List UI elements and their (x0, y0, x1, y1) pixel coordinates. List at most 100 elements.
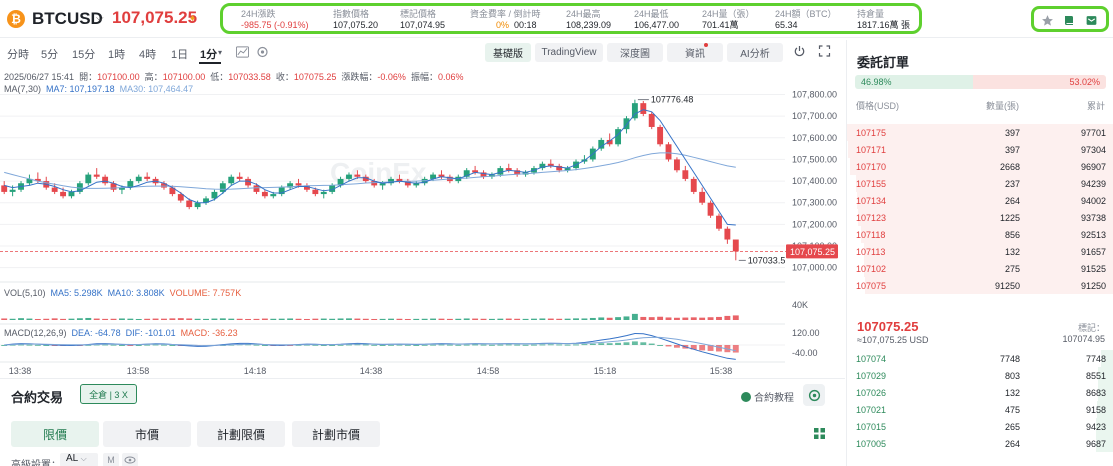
macd-bar (497, 344, 504, 346)
volume-axis-label: 40K (792, 300, 808, 310)
cell-total: 94002 (1080, 196, 1106, 206)
settings-gear-icon[interactable] (256, 46, 269, 58)
bid-row[interactable]: 107026 132 8683 (847, 384, 1113, 401)
ask-row[interactable]: 107170 2668 96907 (847, 158, 1113, 175)
candle-body (707, 202, 714, 216)
timeframe-1d[interactable]: 1日 (171, 46, 188, 62)
candle-body (236, 176, 243, 179)
candle-body (682, 170, 689, 179)
play-icon (741, 392, 751, 402)
ask-row[interactable]: 107118 856 92513 (847, 226, 1113, 243)
order-tab-plan-limit[interactable]: 計劃限價 (197, 421, 285, 447)
view-depth-tab[interactable]: 深度圖 (607, 43, 663, 62)
view-ai-tab[interactable]: AI分析 (727, 43, 783, 62)
bid-row[interactable]: 107021 475 9158 (847, 401, 1113, 418)
timeframe-1m[interactable]: 1分 (200, 46, 217, 62)
timeframe-line[interactable]: 分時 (7, 46, 29, 62)
volume-bar (606, 317, 613, 320)
header-qty: 數量(張) (986, 101, 1019, 111)
bid-row[interactable]: 107029 803 8551 (847, 367, 1113, 384)
volume-bar (127, 318, 134, 320)
timeframe-1h[interactable]: 1時 (108, 46, 125, 62)
macd-bar (556, 344, 563, 346)
fullscreen-icon[interactable] (818, 45, 831, 57)
ask-row[interactable]: 107175 397 97701 (847, 124, 1113, 141)
price-chart[interactable]: 107,800.00 107,700.00 107,600.00 107,500.00… (0, 70, 845, 378)
macd-bar (531, 344, 537, 346)
cell-total: 97304 (1080, 145, 1106, 155)
macd-dif-line (4, 332, 736, 360)
bid-row[interactable]: 107015 265 9423 (847, 418, 1113, 435)
chevron-down-icon[interactable]: ⌵ (96, 13, 104, 24)
stat-24h-low: 24H最低 106,477.00 (634, 9, 680, 30)
order-tab-plan-market[interactable]: 計劃市價 (292, 421, 380, 447)
advanced-select[interactable]: AL ⌵ (60, 453, 98, 466)
timeframe-4h[interactable]: 4時 (139, 46, 156, 62)
cell-qty: 264 (1004, 439, 1020, 449)
timeframe-5m[interactable]: 5分 (41, 46, 58, 62)
cell-qty: 475 (1004, 405, 1020, 415)
timeframe-15m[interactable]: 15分 (72, 46, 95, 62)
time-axis-label: 14:38 (360, 366, 383, 376)
volume-bar (514, 318, 521, 320)
candle-body (51, 187, 58, 192)
eye-icon[interactable] (122, 453, 138, 466)
volume-bar (539, 318, 546, 320)
ask-row[interactable]: 107113 132 91657 (847, 243, 1113, 260)
timeframe-dropdown-icon[interactable]: ▾ (218, 48, 222, 57)
trade-settings-button[interactable] (803, 384, 825, 406)
volume-bar (556, 318, 563, 320)
ask-row[interactable]: 107123 1225 93738 (847, 209, 1113, 226)
power-icon[interactable] (793, 45, 806, 57)
volume-bar (421, 318, 428, 320)
view-tradingview-tab[interactable]: TradingView (535, 43, 603, 62)
macd-bar (505, 344, 512, 346)
cell-price: 107118 (856, 230, 886, 240)
volume-bar (716, 316, 722, 320)
candle-body (724, 228, 731, 240)
grid-icon[interactable] (814, 428, 825, 439)
macd-bar (673, 345, 680, 348)
bid-row[interactable]: 107074 7748 7748 (847, 350, 1113, 367)
volume-bar (413, 318, 420, 320)
depth-bar (864, 277, 1113, 294)
candle-body (320, 191, 327, 195)
bid-row[interactable]: 107005 264 9687 (847, 435, 1113, 452)
mail-icon[interactable] (1084, 13, 1098, 27)
cell-price: 107021 (856, 405, 887, 415)
ask-row[interactable]: 107171 397 97304 (847, 141, 1113, 158)
volume-bar (152, 318, 159, 320)
stat-funding-rate[interactable]: 資金費率 / 倒計時 0% 00:18 (470, 9, 541, 31)
volume-bar (581, 318, 588, 320)
macd-bar (581, 344, 588, 346)
view-info-tab[interactable]: 資訊 (667, 43, 723, 62)
star-icon[interactable] (1040, 13, 1054, 27)
ask-row[interactable]: 107075 91250 91250 (847, 277, 1113, 294)
order-tab-limit[interactable]: 限價 (11, 421, 99, 447)
volume-bar (388, 318, 394, 320)
volume-bar (488, 318, 495, 320)
book-icon[interactable] (1062, 13, 1076, 27)
view-basic-tab[interactable]: 基礎版 (485, 43, 531, 62)
indicator-icon[interactable] (236, 46, 249, 58)
cell-price: 107075 (856, 281, 887, 291)
volume-bar (673, 317, 680, 320)
chart-toolbar: 分時 5分 15分 1時 4時 1日 1分 ▾ 基礎版 TradingView … (0, 40, 845, 66)
ask-row[interactable]: 107155 237 94239 (847, 175, 1113, 192)
cell-total: 9423 (1085, 422, 1106, 432)
cell-qty: 2668 (999, 162, 1020, 172)
advanced-m-toggle[interactable]: M (103, 453, 119, 466)
ask-row[interactable]: 107102 275 91525 (847, 260, 1113, 277)
volume-bar (362, 318, 369, 320)
margin-mode-button[interactable]: 全倉 | 3 X (80, 384, 137, 404)
volume-bar (135, 318, 142, 320)
order-tab-market[interactable]: 市價 (103, 421, 191, 447)
macd-bar (573, 344, 579, 346)
stat-24h-volume: 24H量（張） 701.41萬 (702, 9, 755, 30)
macd-axis-label: -40.00 (792, 348, 818, 358)
cell-total: 94239 (1080, 179, 1106, 189)
symbol-selector[interactable]: BTCUSD (32, 9, 103, 29)
tutorial-link[interactable]: 合約教程 (741, 389, 794, 404)
ask-row[interactable]: 107134 264 94002 (847, 192, 1113, 209)
volume-bar (631, 313, 638, 320)
